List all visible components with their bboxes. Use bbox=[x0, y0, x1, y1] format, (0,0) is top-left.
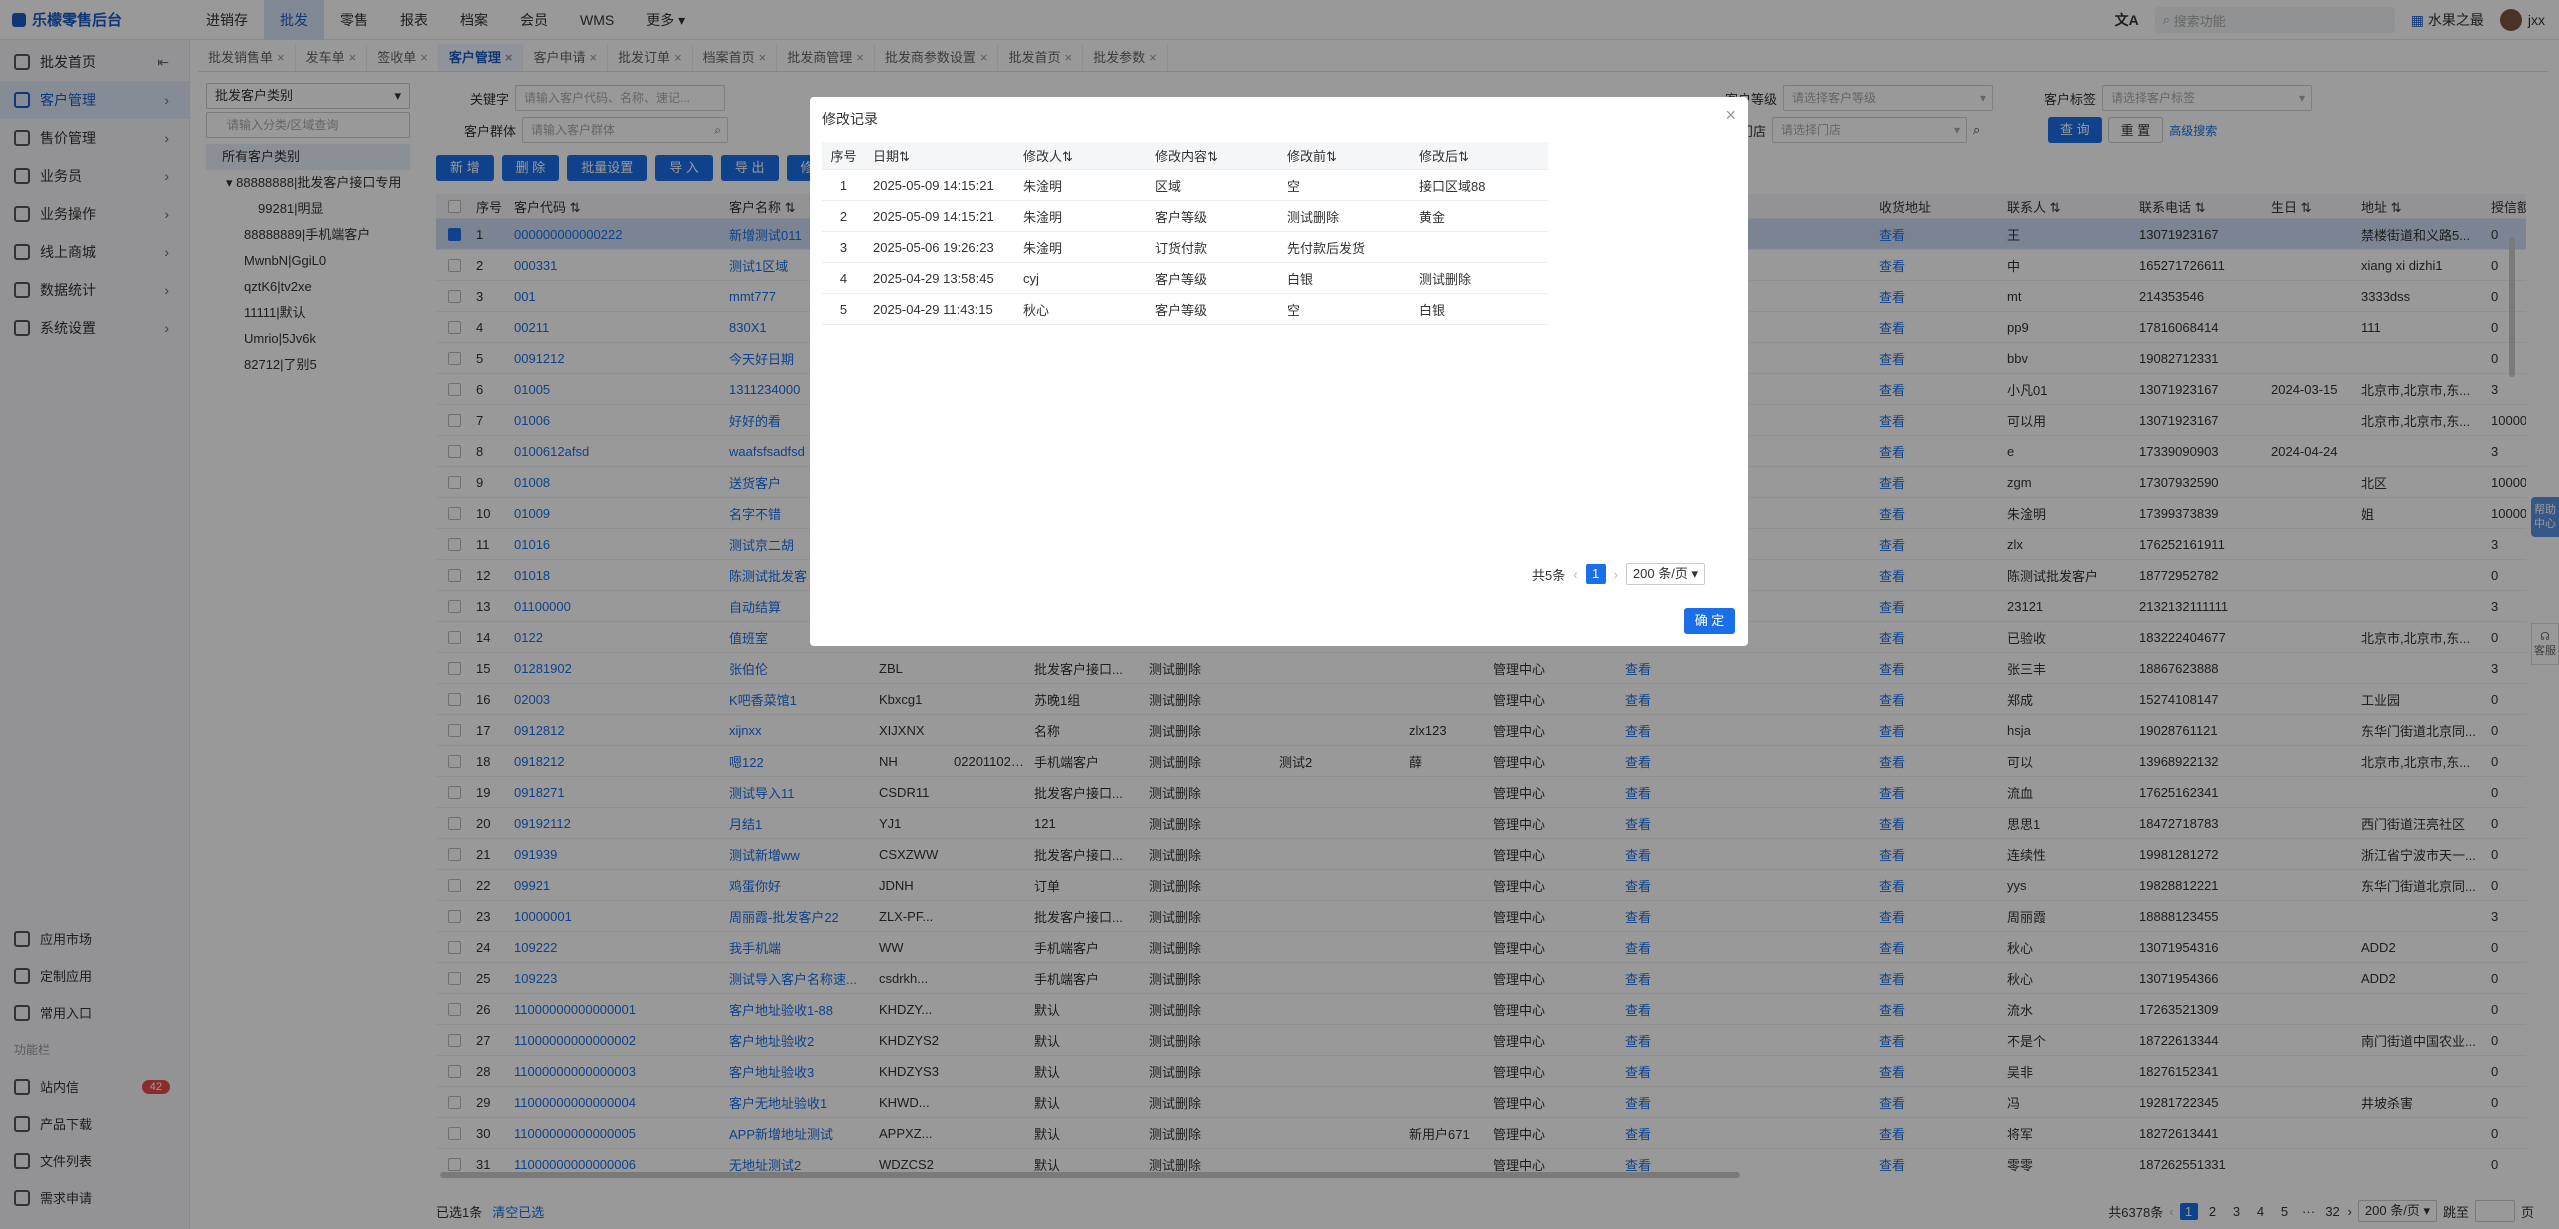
col-date-label: 日期 bbox=[873, 149, 900, 164]
sort-icon: ⇅ bbox=[1062, 149, 1073, 164]
col-editor-label: 修改人 bbox=[1023, 149, 1063, 164]
sort-icon: ⇅ bbox=[1326, 149, 1337, 164]
change-log-cell: 朱淦明 bbox=[1023, 209, 1063, 225]
dialog-title: 修改记录 bbox=[822, 111, 878, 127]
change-log-cell: 黄金 bbox=[1419, 209, 1446, 225]
change-log-header: 序号 日期⇅ 修改人⇅ 修改内容⇅ 修改前⇅ 修改后⇅ bbox=[822, 142, 1548, 170]
dialog-page-size-value: 200 条/页 bbox=[1632, 566, 1688, 581]
change-log-cell: 朱淦明 bbox=[1023, 240, 1063, 256]
change-log-cell: cyj bbox=[1023, 270, 1039, 286]
change-log-cell: 2025-05-09 14:15:21 bbox=[873, 177, 994, 193]
change-log-cell: 2025-04-29 13:58:45 bbox=[873, 270, 994, 286]
change-log-row: 4 2025-04-29 13:58:45 cyj 客户等级 白银 测试删除 bbox=[822, 263, 1548, 294]
col-date[interactable]: 日期⇅ bbox=[865, 146, 1015, 165]
change-log-row: 3 2025-05-06 19:26:23 朱淦明 订货付款 先付款后发货 bbox=[822, 232, 1548, 263]
change-log-cell: 测试删除 bbox=[1419, 271, 1472, 287]
change-log-cell: 4 bbox=[839, 270, 848, 286]
col-editor[interactable]: 修改人⇅ bbox=[1015, 146, 1147, 165]
chevron-down-icon: ▾ bbox=[1691, 566, 1698, 581]
change-log-cell: 客户等级 bbox=[1155, 209, 1208, 225]
col-index: 序号 bbox=[830, 149, 857, 164]
col-content[interactable]: 修改内容⇅ bbox=[1147, 146, 1279, 165]
change-log-body: 1 2025-05-09 14:15:21 朱淦明 区域空接口区域88 2 2025-05… bbox=[822, 170, 1548, 325]
change-log-cell: 客户等级 bbox=[1155, 271, 1208, 287]
change-log-cell: 测试删除 bbox=[1287, 209, 1340, 225]
change-log-cell: 订货付款 bbox=[1155, 240, 1208, 256]
change-log-cell: 白银 bbox=[1419, 302, 1446, 318]
dialog-page-1[interactable]: 1 bbox=[1585, 564, 1606, 584]
sort-icon: ⇅ bbox=[1458, 149, 1469, 164]
sort-icon: ⇅ bbox=[1207, 149, 1218, 164]
change-log-cell: 先付款后发货 bbox=[1287, 240, 1366, 256]
change-log-cell: 2025-05-09 14:15:21 bbox=[873, 208, 994, 224]
col-content-label: 修改内容 bbox=[1155, 149, 1208, 164]
ok-button[interactable]: 确 定 bbox=[1684, 608, 1735, 634]
change-log-cell: 3 bbox=[839, 239, 848, 255]
col-before-label: 修改前 bbox=[1287, 149, 1327, 164]
change-log-cell: 白银 bbox=[1287, 271, 1314, 287]
change-log-cell: 5 bbox=[839, 301, 848, 317]
change-log-cell: 客户等级 bbox=[1155, 302, 1208, 318]
col-after[interactable]: 修改后⇅ bbox=[1411, 146, 1536, 165]
next-page-icon[interactable]: › bbox=[1614, 567, 1618, 582]
dialog-total: 共5条 bbox=[1532, 567, 1566, 583]
change-log-cell: 2025-04-29 11:43:15 bbox=[873, 301, 993, 317]
change-log-row: 5 2025-04-29 11:43:15 秋心 客户等级 空 白银 bbox=[822, 294, 1548, 325]
col-after-label: 修改后 bbox=[1419, 149, 1459, 164]
change-log-cell: 2025-05-06 19:26:23 bbox=[873, 239, 994, 255]
change-log-cell: 空 bbox=[1287, 302, 1301, 318]
change-log-table: 序号 日期⇅ 修改人⇅ 修改内容⇅ 修改前⇅ 修改后⇅ 1 2025-05-09 … bbox=[822, 142, 1548, 325]
col-before[interactable]: 修改前⇅ bbox=[1279, 146, 1411, 165]
change-log-cell: 2 bbox=[839, 208, 848, 224]
change-log-cell: 区域 bbox=[1155, 178, 1182, 194]
change-log-cell: 1 bbox=[839, 177, 848, 193]
dialog-page-size-select[interactable]: 200 条/页 ▾ bbox=[1625, 563, 1705, 585]
change-log-cell: 秋心 bbox=[1023, 302, 1050, 318]
change-log-row: 2 2025-05-09 14:15:21 朱淦明 客户等级 测试删除 黄金 bbox=[822, 201, 1548, 232]
dialog-pagination: 共5条 ‹ 1 › 200 条/页 ▾ bbox=[1532, 563, 1705, 585]
change-log-cell: 接口区域88 bbox=[1419, 178, 1486, 194]
change-log-row: 1 2025-05-09 14:15:21 朱淦明 区域 空 接口区域88 bbox=[822, 170, 1548, 201]
change-log-cell: 空 bbox=[1287, 178, 1301, 194]
change-log-dialog: 修改记录 × 序号 日期⇅ 修改人⇅ 修改内容⇅ 修改前⇅ 修改后⇅ 1 2025… bbox=[810, 97, 1748, 646]
change-log-cell: 朱淦明 bbox=[1023, 178, 1063, 194]
sort-icon: ⇅ bbox=[899, 149, 910, 164]
close-icon[interactable]: × bbox=[1725, 105, 1736, 126]
prev-page-icon[interactable]: ‹ bbox=[1573, 567, 1577, 582]
